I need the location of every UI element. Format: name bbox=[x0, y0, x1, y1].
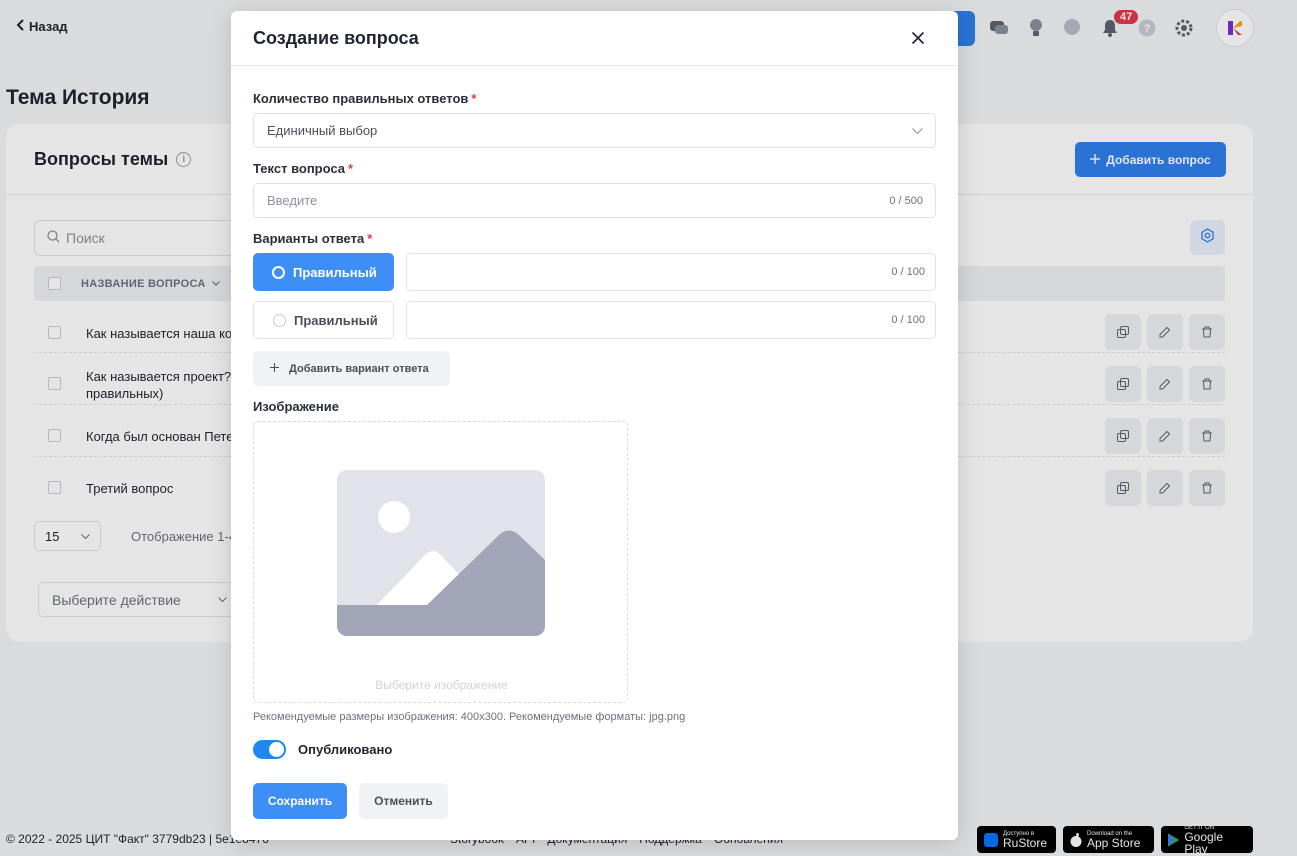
create-question-modal: Создание вопроса Количество правильных о… bbox=[231, 11, 958, 840]
add-variant-label: Добавить вариант ответа bbox=[289, 362, 429, 375]
toggle-knob bbox=[269, 742, 284, 757]
question-text-label-text: Текст вопроса bbox=[253, 161, 346, 176]
variant-1-input[interactable]: 0 / 100 bbox=[406, 253, 936, 291]
variants-label-text: Варианты ответа bbox=[253, 231, 365, 246]
image-placeholder-icon bbox=[337, 470, 545, 636]
answers-count-label: Количество правильных ответов * bbox=[253, 91, 476, 106]
radio-icon bbox=[273, 313, 286, 327]
radio-icon bbox=[272, 265, 285, 279]
variant-2-correct-toggle[interactable]: Правильный bbox=[253, 301, 394, 339]
required-mark: * bbox=[471, 91, 477, 106]
question-text-counter: 0 / 500 bbox=[889, 194, 923, 207]
add-variant-button[interactable]: Добавить вариант ответа bbox=[253, 351, 450, 386]
variant-1-correct-label: Правильный bbox=[293, 264, 377, 280]
answers-count-label-text: Количество правильных ответов bbox=[253, 91, 469, 106]
answers-count-select[interactable]: Единичный выбор bbox=[253, 113, 936, 148]
modal-title: Создание вопроса bbox=[253, 28, 419, 48]
cancel-button[interactable]: Отменить bbox=[359, 783, 448, 819]
variant-1-counter: 0 / 100 bbox=[891, 266, 925, 278]
chevron-down-icon bbox=[912, 127, 923, 134]
required-mark: * bbox=[367, 231, 373, 246]
variant-2-correct-label: Правильный bbox=[294, 312, 378, 328]
variant-2-input[interactable]: 0 / 100 bbox=[406, 301, 936, 339]
save-button[interactable]: Сохранить bbox=[253, 783, 347, 819]
close-icon[interactable] bbox=[909, 29, 927, 47]
required-mark: * bbox=[348, 161, 354, 176]
question-text-input[interactable]: Введите 0 / 500 bbox=[253, 183, 936, 218]
image-hint: Рекомендуемые размеры изображения: 400x3… bbox=[253, 711, 686, 723]
question-text-placeholder: Введите bbox=[267, 193, 318, 208]
variant-2-counter: 0 / 100 bbox=[891, 314, 925, 326]
image-caption: Выберите изображение bbox=[375, 678, 508, 692]
question-text-label: Текст вопроса * bbox=[253, 161, 353, 176]
variants-label: Варианты ответа * bbox=[253, 231, 372, 246]
plus-icon bbox=[270, 362, 279, 375]
image-dropzone[interactable]: Выберите изображение bbox=[253, 421, 628, 703]
published-toggle[interactable] bbox=[253, 740, 286, 759]
answers-count-value: Единичный выбор bbox=[267, 123, 378, 138]
variant-1-correct-toggle[interactable]: Правильный bbox=[253, 253, 394, 291]
modal-header: Создание вопроса bbox=[231, 11, 958, 66]
image-label: Изображение bbox=[253, 399, 339, 414]
published-label: Опубликовано bbox=[298, 742, 393, 757]
